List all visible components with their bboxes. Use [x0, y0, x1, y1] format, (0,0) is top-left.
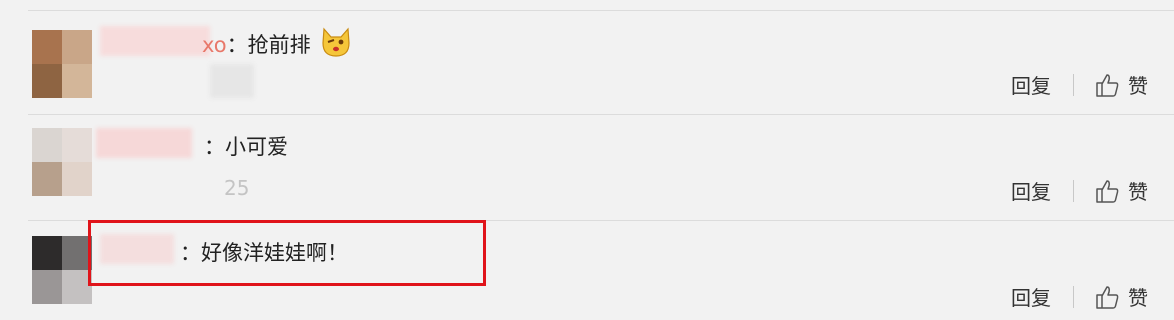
username-fragment[interactable]: xo [202, 33, 227, 57]
avatar[interactable] [32, 30, 92, 98]
highlight-box [88, 220, 486, 286]
like-button[interactable]: 赞 [1094, 176, 1148, 205]
like-button[interactable]: 赞 [1094, 70, 1148, 99]
reply-button[interactable]: 回复 [1011, 176, 1051, 205]
comment-text: ：小可爱 [204, 135, 288, 159]
like-label: 赞 [1128, 74, 1148, 98]
comment-item-1: xo：抢前排 回复 赞 [0, 0, 1174, 110]
avatar[interactable] [32, 236, 92, 304]
like-label: 赞 [1128, 286, 1148, 310]
action-separator [1073, 285, 1074, 308]
comment-actions: 回复 赞 [1011, 282, 1148, 311]
avatar-blur-extra [210, 64, 254, 98]
username-blurred[interactable] [96, 128, 192, 158]
username-blurred[interactable] [100, 26, 210, 56]
thumbs-up-icon [1096, 73, 1119, 97]
action-separator [1073, 179, 1074, 202]
like-label: 赞 [1128, 180, 1148, 204]
fox-face-icon [319, 25, 353, 67]
thumbs-up-icon [1096, 285, 1119, 309]
comment-actions: 回复 赞 [1011, 176, 1148, 205]
like-button[interactable]: 赞 [1094, 282, 1148, 311]
avatar[interactable] [32, 128, 92, 196]
timestamp-faded: 25 [224, 176, 250, 200]
action-separator [1073, 73, 1074, 96]
reply-button[interactable]: 回复 [1011, 282, 1051, 311]
comment-actions: 回复 赞 [1011, 70, 1148, 99]
thumbs-up-icon [1096, 179, 1119, 203]
reply-button[interactable]: 回复 [1011, 70, 1051, 99]
comment-item-2: ：小可爱 25 回复 赞 [0, 114, 1174, 220]
comment-text: xo：抢前排 [202, 25, 353, 67]
